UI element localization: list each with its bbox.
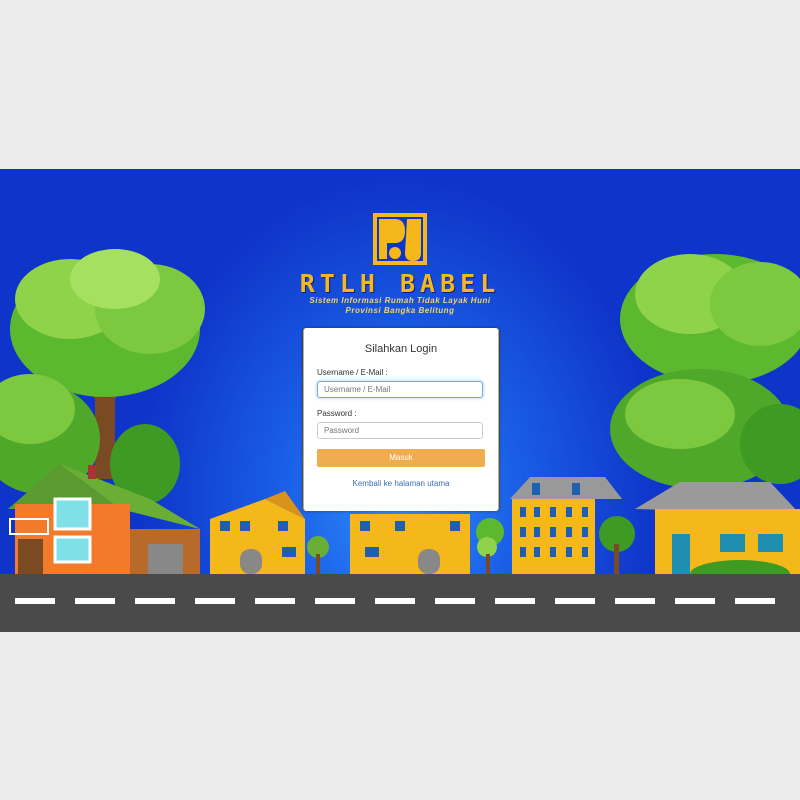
brand-title: RTLH BABEL: [299, 269, 501, 298]
login-card: Silahkan Login Username / E-Mail : Passw…: [303, 328, 499, 511]
username-input[interactable]: [317, 381, 483, 398]
login-title: Silahkan Login: [364, 343, 438, 355]
brand-subtitle: Sistem Informasi Rumah Tidak Layak Huni: [309, 296, 491, 305]
login-scene-background: RTLH BABEL Sistem Informasi Rumah Tidak …: [0, 169, 800, 632]
password-label: Password :: [317, 409, 357, 418]
yellow-house-illustration: [635, 482, 800, 588]
username-label: Username / E-Mail :: [317, 368, 388, 377]
back-to-home-link[interactable]: Kembali ke halaman utama: [304, 479, 498, 488]
login-button[interactable]: Masuk: [317, 449, 485, 467]
pu-logo-icon: [373, 213, 427, 265]
apartment-building-illustration: [510, 477, 635, 574]
password-input[interactable]: [317, 422, 483, 439]
brand-province: Provinsi Bangka Belitung: [345, 306, 455, 315]
